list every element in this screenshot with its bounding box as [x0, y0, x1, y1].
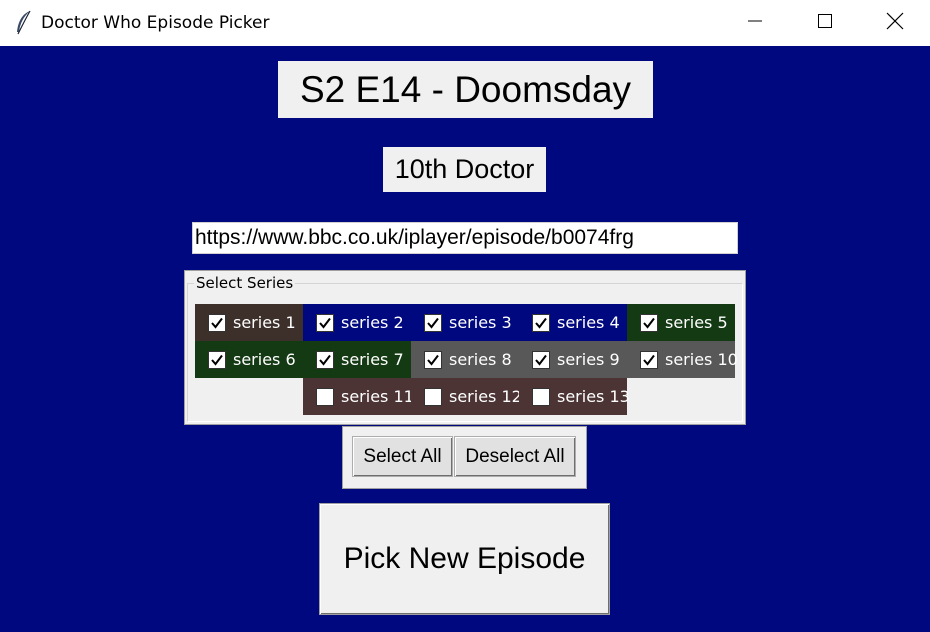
doctor-label: 10th Doctor	[383, 147, 546, 192]
series-checkbox-label: series 1	[233, 313, 296, 332]
checkbox-unchecked-icon[interactable]	[316, 387, 334, 406]
checkbox-checked-icon[interactable]	[424, 313, 442, 332]
deselect-all-button[interactable]: Deselect All	[454, 436, 576, 477]
title-bar: Doctor Who Episode Picker	[0, 0, 930, 46]
select-buttons-frame: Select All Deselect All	[342, 426, 587, 489]
checkbox-checked-icon[interactable]	[424, 350, 442, 369]
series-checkbox-label: series 2	[341, 313, 404, 332]
close-icon	[886, 12, 904, 35]
minimize-button[interactable]	[720, 0, 790, 46]
series-checkbox-label: series 8	[449, 350, 512, 369]
checkbox-checked-icon[interactable]	[208, 350, 226, 369]
checkbox-checked-icon[interactable]	[532, 313, 550, 332]
main-area: S2 E14 - Doomsday 10th Doctor Select Ser…	[0, 46, 930, 632]
episode-url-field[interactable]	[192, 222, 738, 254]
feather-icon	[14, 10, 32, 36]
close-button[interactable]	[860, 0, 930, 46]
series-checkbox[interactable]: series 3	[411, 304, 519, 341]
episode-title: S2 E14 - Doomsday	[278, 61, 653, 118]
series-checkbox[interactable]: series 1	[195, 304, 303, 341]
series-checkbox[interactable]: series 13	[519, 378, 630, 415]
checkbox-checked-icon[interactable]	[640, 350, 658, 369]
series-checkbox-label: series 13	[557, 387, 630, 406]
series-checkbox[interactable]: series 6	[195, 341, 303, 378]
series-checkbox-label: series 12	[449, 387, 522, 406]
checkbox-checked-icon[interactable]	[640, 313, 658, 332]
maximize-button[interactable]	[790, 0, 860, 46]
checkbox-unchecked-icon[interactable]	[424, 387, 442, 406]
select-all-button[interactable]: Select All	[352, 436, 453, 477]
series-checkbox[interactable]: series 11	[303, 378, 414, 415]
series-checkbox-label: series 7	[341, 350, 404, 369]
series-checkbox[interactable]: series 7	[303, 341, 411, 378]
series-checkbox[interactable]: series 5	[627, 304, 735, 341]
series-checkbox[interactable]: series 9	[519, 341, 627, 378]
series-checkbox-label: series 6	[233, 350, 296, 369]
series-checkbox-label: series 10	[665, 350, 738, 369]
window-title: Doctor Who Episode Picker	[41, 13, 270, 33]
series-checkbox[interactable]: series 4	[519, 304, 627, 341]
checkbox-unchecked-icon[interactable]	[532, 387, 550, 406]
series-checkbox-label: series 4	[557, 313, 620, 332]
series-checkbox[interactable]: series 12	[411, 378, 522, 415]
maximize-icon	[817, 13, 833, 34]
series-checkbox[interactable]: series 8	[411, 341, 519, 378]
checkbox-checked-icon[interactable]	[316, 350, 334, 369]
series-checkbox-label: series 9	[557, 350, 620, 369]
series-checkbox[interactable]: series 2	[303, 304, 411, 341]
series-group-legend: Select Series	[194, 274, 296, 292]
checkbox-checked-icon[interactable]	[532, 350, 550, 369]
checkbox-checked-icon[interactable]	[316, 313, 334, 332]
series-checkbox-label: series 5	[665, 313, 728, 332]
series-checkbox-label: series 3	[449, 313, 512, 332]
checkbox-checked-icon[interactable]	[208, 313, 226, 332]
pick-new-episode-button[interactable]: Pick New Episode	[319, 503, 610, 615]
series-group: Select Series series 1 series 2 series 3 se…	[184, 270, 746, 425]
series-checkbox-label: series 11	[341, 387, 414, 406]
minimize-icon	[747, 13, 763, 34]
series-checkbox[interactable]: series 10	[627, 341, 738, 378]
